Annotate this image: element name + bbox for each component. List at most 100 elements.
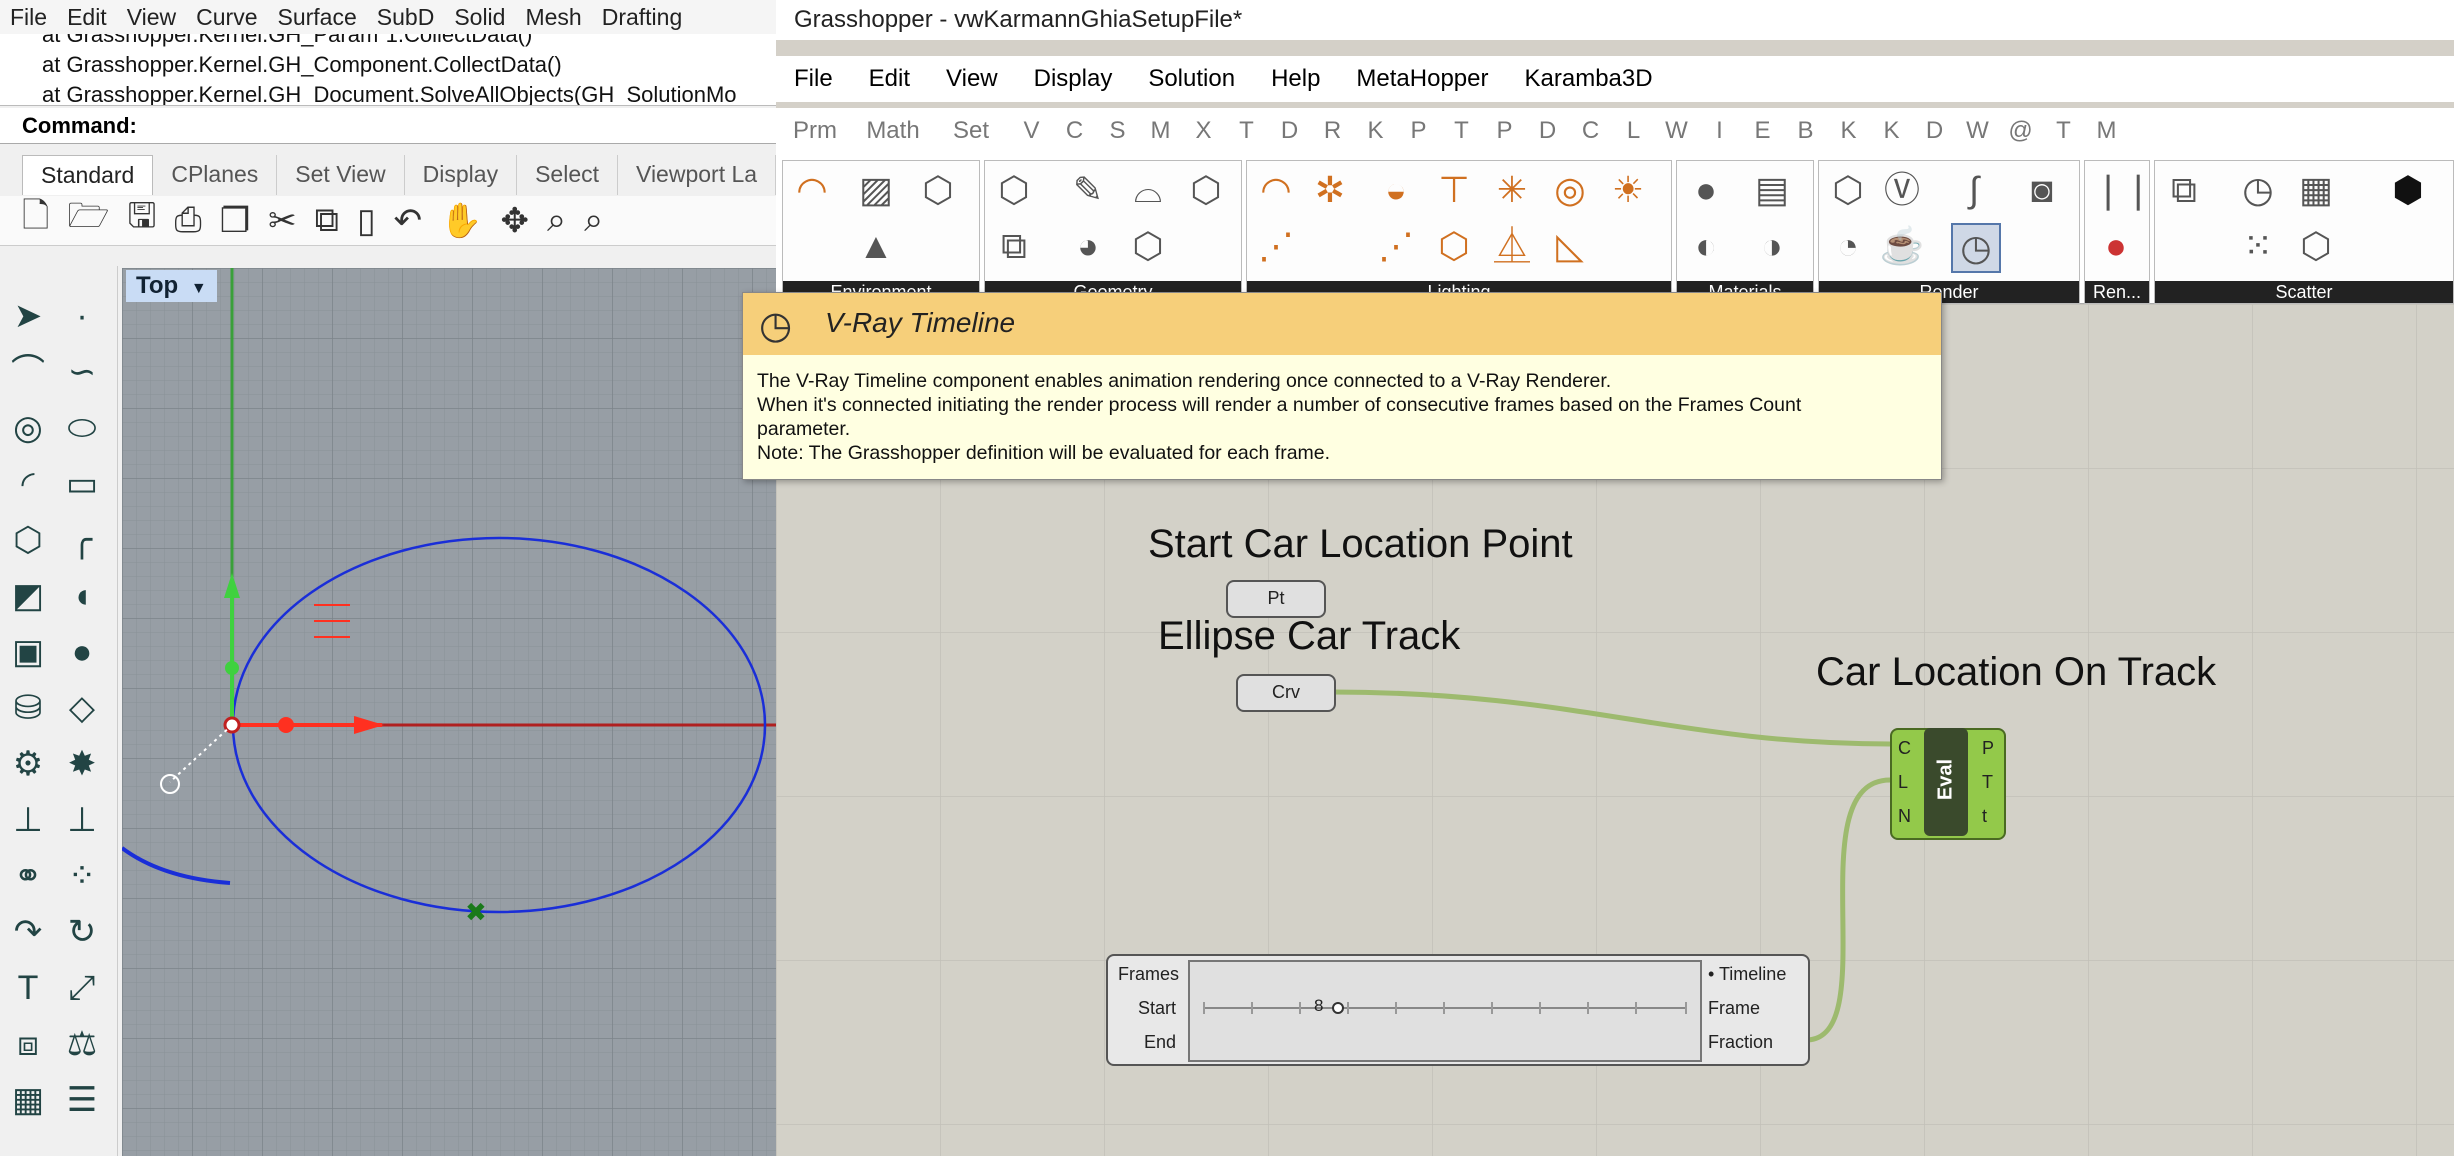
scatter-clock-icon[interactable]: ◷ <box>2235 167 2281 213</box>
proxy-icon[interactable]: ⌓ <box>1125 167 1171 213</box>
open-folder-icon[interactable]: 🗁 <box>67 192 109 249</box>
animation-icon[interactable]: ◔ <box>1825 223 1871 269</box>
line-light-icon[interactable]: ⋰ <box>1373 223 1419 269</box>
eval-input-n[interactable]: N <box>1898 806 1911 827</box>
circle-icon[interactable]: ◎ <box>6 406 50 450</box>
tab-k2[interactable]: K <box>1827 117 1870 145</box>
polygon-icon[interactable]: ⬡ <box>6 518 50 562</box>
sphere-icon[interactable]: ● <box>60 630 104 674</box>
tab-w2[interactable]: W <box>1956 117 1999 145</box>
array-icon[interactable]: ⁘ <box>60 854 104 898</box>
eval-input-c[interactable]: C <box>1898 738 1911 759</box>
tab-l[interactable]: L <box>1612 117 1655 145</box>
box-geometry-icon[interactable]: ⬡ <box>991 167 1037 213</box>
camera-icon[interactable]: ◙ <box>2019 167 2065 213</box>
tab-set-view[interactable]: Set View <box>277 155 405 195</box>
mesh-light-icon[interactable]: ⬡ <box>1431 223 1477 269</box>
explode-icon[interactable]: ✸ <box>60 742 104 786</box>
ground-icon[interactable]: ▲ <box>853 223 899 269</box>
chevron-down-icon[interactable]: ▼ <box>191 280 207 297</box>
tab-x[interactable]: X <box>1182 117 1225 145</box>
gh-menu-help[interactable]: Help <box>1253 65 1338 93</box>
save-icon[interactable]: 🖫 <box>128 192 157 249</box>
tab-viewport-layout[interactable]: Viewport La <box>618 155 777 195</box>
tab-select[interactable]: Select <box>517 155 619 195</box>
zoom-window-icon[interactable]: ⌕ <box>584 201 603 240</box>
omni-light-icon[interactable]: ✳ <box>1489 167 1535 213</box>
command-prompt[interactable]: Command: <box>0 108 776 144</box>
sun-icon[interactable]: ☀ <box>1605 167 1651 213</box>
split-icon[interactable]: ⊥ <box>60 798 104 842</box>
cube-icon[interactable]: ⬡ <box>915 167 961 213</box>
menu-surface[interactable]: Surface <box>268 4 367 31</box>
dome-light-orange-icon[interactable]: ◠ <box>1253 167 1299 213</box>
spot-light-icon[interactable]: ⊤ <box>1431 167 1477 213</box>
mesh-icon[interactable]: ◇ <box>60 686 104 730</box>
sphere-light-icon[interactable]: ◒ <box>1373 167 1419 213</box>
tab-r[interactable]: R <box>1311 117 1354 145</box>
tab-k[interactable]: K <box>1354 117 1397 145</box>
menu-edit[interactable]: Edit <box>57 4 117 31</box>
tab-m[interactable]: M <box>1139 117 1182 145</box>
menu-file[interactable]: File <box>0 4 57 31</box>
tab-t3[interactable]: T <box>2042 117 2085 145</box>
paste-icon[interactable]: ▯ <box>357 201 376 241</box>
curve-path-icon[interactable]: ∫ <box>1951 167 1997 213</box>
trim-icon[interactable]: ⊥ <box>6 798 50 842</box>
undo-icon[interactable]: ↶ <box>394 201 423 241</box>
menu-curve[interactable]: Curve <box>186 4 267 31</box>
pt-param[interactable]: Pt <box>1226 580 1326 618</box>
tab-p[interactable]: P <box>1397 117 1440 145</box>
tab-b[interactable]: B <box>1784 117 1827 145</box>
loft-icon[interactable]: ◖ <box>60 574 104 618</box>
gumball-y-handle[interactable] <box>225 661 239 675</box>
gh-menu-solution[interactable]: Solution <box>1130 65 1253 93</box>
timeline-handle[interactable] <box>1332 1002 1344 1014</box>
background-image-icon[interactable]: ▨ <box>853 167 899 213</box>
tab-e[interactable]: E <box>1741 117 1784 145</box>
tab-math[interactable]: Math <box>854 117 932 145</box>
curve-icon[interactable]: ∽ <box>60 350 104 394</box>
timeline-slider[interactable]: 8 <box>1188 960 1702 1062</box>
sun-box-icon[interactable]: ✲ <box>1307 167 1353 213</box>
dome-light-icon[interactable]: ◠ <box>789 167 835 213</box>
eval-output-param-t[interactable]: t <box>1982 806 1987 827</box>
vray-timeline-component[interactable]: Frames Start End 8 • Timeline Frame Frac… <box>1106 954 1810 1066</box>
ies-light-icon[interactable]: ⏅ <box>1489 223 1535 269</box>
tab-m2[interactable]: M <box>2085 117 2128 145</box>
menu-subd[interactable]: SubD <box>367 4 445 31</box>
fillet-icon[interactable]: ╭ <box>60 518 104 562</box>
move-icon[interactable]: ↷ <box>6 910 50 954</box>
arc-icon[interactable]: ◜ <box>6 462 50 506</box>
tab-display[interactable]: Display <box>405 155 518 195</box>
scatter-cube-icon[interactable]: ⬡ <box>2293 223 2339 269</box>
timeline-input-end[interactable]: End <box>1144 1032 1176 1053</box>
material-sphere-icon[interactable]: ● <box>1683 167 1729 213</box>
crv-param[interactable]: Crv <box>1236 674 1336 712</box>
eval-output-p[interactable]: P <box>1982 738 1994 759</box>
tab-p2[interactable]: P <box>1483 117 1526 145</box>
gh-menu-file[interactable]: File <box>776 65 851 93</box>
eval-curve-component[interactable]: C L N Eval P T t <box>1890 728 2006 840</box>
gh-menu-edit[interactable]: Edit <box>851 65 928 93</box>
rotate-view-icon[interactable]: ✥ <box>501 201 530 241</box>
timeline-output-frame[interactable]: Frame <box>1708 998 1760 1019</box>
material-half-icon[interactable]: ◐ <box>1683 223 1729 269</box>
tab-v[interactable]: V <box>1010 117 1053 145</box>
polyline-icon[interactable]: ⌒ <box>6 350 50 394</box>
surface-icon[interactable]: ◩ <box>6 574 50 618</box>
tab-c[interactable]: C <box>1053 117 1096 145</box>
tab-i[interactable]: I <box>1698 117 1741 145</box>
tab-k3[interactable]: K <box>1870 117 1913 145</box>
tab-d3[interactable]: D <box>1913 117 1956 145</box>
scale-icon[interactable]: ⤢ <box>60 966 104 1010</box>
scatter-dots-icon[interactable]: ⁙ <box>2235 223 2281 269</box>
print-icon[interactable]: ⎙ <box>174 201 201 240</box>
menu-solid[interactable]: Solid <box>444 4 515 31</box>
rectangle-icon[interactable]: ▭ <box>60 462 104 506</box>
gumball-x-handle[interactable] <box>278 717 294 733</box>
timeline-input-frames[interactable]: Frames <box>1118 964 1179 985</box>
group-icon[interactable]: ⧈ <box>6 1022 50 1066</box>
copy-icon[interactable]: ⧉ <box>315 201 339 240</box>
multi-cube-icon[interactable]: ⧉ <box>991 223 1037 269</box>
